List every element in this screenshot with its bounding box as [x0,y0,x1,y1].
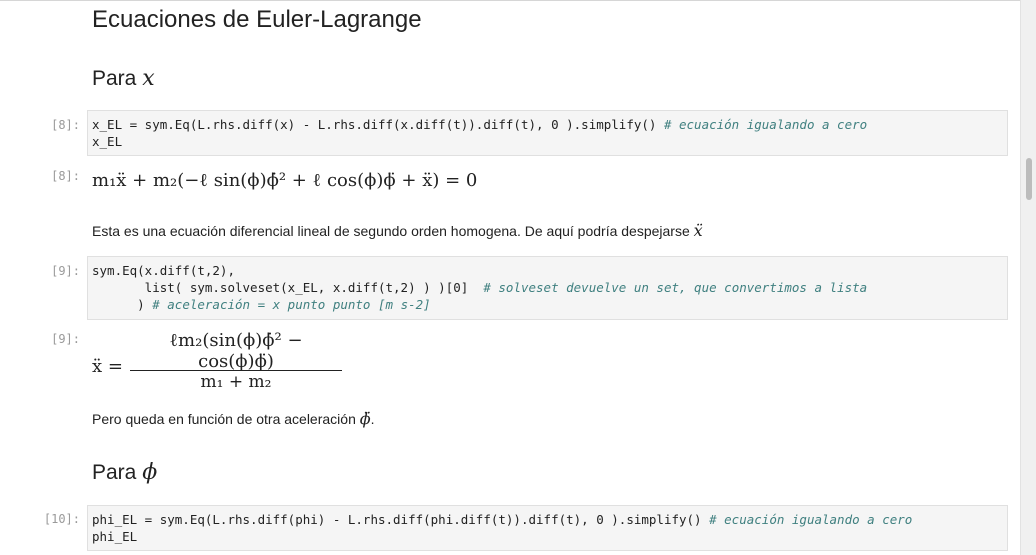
cell-9-out-prompt: [9]: [51,332,80,346]
paragraph-ecuacion-diferencial: Esta es una ecuación diferencial lineal … [92,221,703,240]
code-comment: # aceleración = x punto punto [m s-2] [152,297,431,312]
cell-9-output-lhs: ẍ = [92,356,123,377]
cell-8-output-equation: m₁ẍ + m₂(−ℓ sin(ϕ)ϕ̇² + ℓ cos(ϕ)ϕ̈ + ẍ) … [92,170,478,191]
heading-para-x-word: Para [92,67,137,90]
cell-9-in-prompt: [9]: [51,264,80,278]
code-line: phi_EL [92,529,138,544]
paragraph-period: . [370,411,375,427]
code-comment: # solveset devuelve un set, que converti… [483,280,868,295]
cell-10-code-input[interactable]: phi_EL = sym.Eq(L.rhs.diff(phi) - L.rhs.… [87,505,1008,551]
code-comment: # ecuación igualando a cero [709,512,913,527]
code-line: sym.Eq(x.diff(t,2), [92,263,235,278]
math-x-ddot: ẍ [693,221,703,240]
scrollbar-thumb[interactable] [1026,158,1032,200]
math-phi-ddot: ϕ̈ [359,409,371,428]
paragraph-otra-aceleracion: Pero queda en función de otra aceleració… [92,409,375,428]
code-comment: # ecuación igualando a cero [663,117,868,132]
cell-10-in-prompt: [10]: [43,512,80,526]
fraction-bar [130,370,342,371]
cell-9-code-input[interactable]: sym.Eq(x.diff(t,2), list( sym.solveset(x… [87,256,1008,320]
heading-para-phi-symbol: ϕ [142,460,158,485]
vertical-scrollbar[interactable] [1020,0,1036,555]
cell-8-code-input[interactable]: x_EL = sym.Eq(L.rhs.diff(x) - L.rhs.diff… [87,110,1008,156]
code-line: x_EL = sym.Eq(L.rhs.diff(x) - L.rhs.diff… [92,117,664,132]
paragraph-text: Esta es una ecuación diferencial lineal … [92,223,694,239]
cell-8-in-prompt: [8]: [51,118,80,132]
fraction-numerator: ℓm₂(sin(ϕ)ϕ̇² − cos(ϕ)ϕ̈) [169,330,303,372]
code-line: phi_EL = sym.Eq(L.rhs.diff(phi) - L.rhs.… [92,512,710,527]
cell-top-border [0,0,1020,1]
cell-8-out-prompt: [8]: [51,169,80,183]
code-line: ) [92,297,153,312]
heading-para-x: Para x [92,66,155,91]
heading-para-phi: Para ϕ [92,460,157,485]
heading-para-x-symbol: x [142,66,155,91]
code-line: x_EL [92,134,123,149]
heading-euler-lagrange: Ecuaciones de Euler-Lagrange [92,6,422,33]
paragraph-text: Pero queda en función de otra aceleració… [92,411,360,427]
heading-para-phi-word: Para [92,461,137,484]
code-line: list( sym.solveset(x_EL, x.diff(t,2) ) )… [92,280,484,295]
fraction-denominator: m₁ + m₂ [200,372,272,392]
